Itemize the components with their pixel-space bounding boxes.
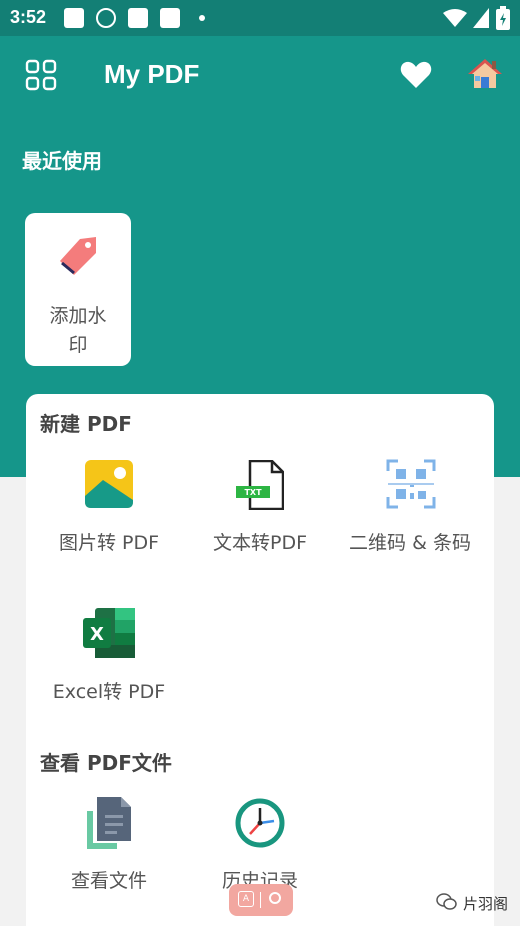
floating-tools-pill[interactable]: A bbox=[229, 884, 293, 916]
tool-history[interactable]: 历史记录 bbox=[175, 796, 345, 896]
svg-text:TXT: TXT bbox=[244, 488, 262, 497]
more-notifications-icon bbox=[199, 15, 205, 21]
create-section-title: 新建 PDF bbox=[40, 412, 132, 436]
txt-file-icon: TXT bbox=[236, 460, 284, 510]
documents-icon bbox=[87, 797, 131, 849]
signal-icon bbox=[473, 8, 489, 28]
app-title: My PDF bbox=[104, 59, 200, 89]
excel-icon: X bbox=[83, 608, 135, 658]
battery-icon bbox=[496, 6, 510, 30]
view-section-title: 查看 PDF文件 bbox=[40, 751, 172, 775]
notification-icon bbox=[160, 8, 180, 28]
recent-item-label: 添加水 印 bbox=[49, 305, 107, 356]
grid-icon[interactable] bbox=[25, 59, 57, 91]
clock-icon bbox=[235, 798, 285, 848]
watermark-label: 片羽阁 bbox=[463, 895, 509, 913]
sync-off-icon bbox=[96, 8, 116, 28]
tool-view-files[interactable]: 查看文件 bbox=[24, 796, 194, 896]
tool-qr-barcode[interactable]: 二维码 & 条码 bbox=[325, 458, 495, 558]
wifi-icon bbox=[443, 9, 467, 27]
wechat-icon bbox=[436, 893, 457, 910]
qr-scan-icon bbox=[386, 459, 436, 509]
ai-translate-icon[interactable]: A bbox=[238, 891, 254, 907]
divider bbox=[260, 892, 261, 908]
status-bar: 3:52 bbox=[0, 0, 520, 36]
image-icon bbox=[85, 460, 133, 508]
notification-icon bbox=[128, 8, 148, 28]
search-icon[interactable] bbox=[269, 892, 281, 904]
recent-item-add-watermark[interactable]: 添加水 印 bbox=[25, 213, 131, 366]
home-icon[interactable] bbox=[468, 58, 502, 90]
recent-section-title: 最近使用 bbox=[22, 149, 102, 173]
svg-text:X: X bbox=[90, 624, 104, 645]
tool-image-to-pdf[interactable]: 图片转 PDF bbox=[24, 458, 194, 558]
heart-icon[interactable] bbox=[400, 61, 432, 89]
tool-text-to-pdf[interactable]: TXT 文本转PDF bbox=[175, 458, 345, 558]
notification-icon bbox=[64, 8, 84, 28]
tool-excel-to-pdf[interactable]: X Excel转 PDF bbox=[24, 607, 194, 707]
tag-icon bbox=[60, 237, 96, 275]
status-time: 3:52 bbox=[10, 7, 47, 27]
